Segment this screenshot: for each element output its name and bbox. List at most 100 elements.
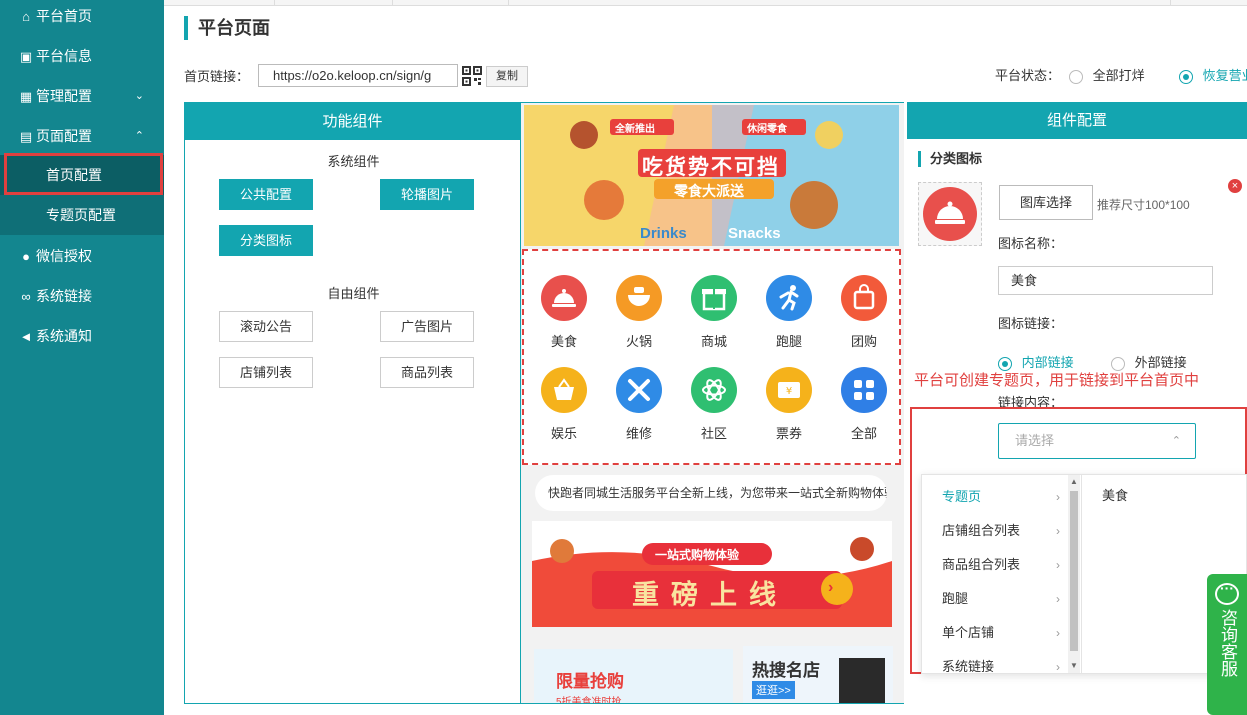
category-label: 团购 — [850, 334, 877, 349]
radio-label: 恢复营业 — [1202, 68, 1247, 83]
sidebar-item-label: 系统链接 — [36, 288, 92, 304]
banner-word-left: Drinks — [640, 225, 687, 242]
cascader-dropdown: 专题页 › 店铺组合列表 › 商品组合列表 › 跑腿 › 单个店铺 › 系统链接 › ▲ ▼… — [921, 474, 1247, 674]
cascader-option-system-link[interactable]: 系统链接 › — [922, 650, 1068, 673]
chevron-right-icon: › — [1056, 490, 1060, 504]
chevron-down-icon: ⌄ — [134, 90, 144, 102]
chat-bubble-icon — [1215, 580, 1239, 605]
cascader-option-topic[interactable]: 专题页 › — [922, 480, 1068, 514]
hot-shops-card[interactable]: 热搜名店 逛逛>> — [743, 646, 893, 703]
gift-icon — [691, 275, 737, 321]
cascader-option-food[interactable]: 美食 — [1102, 485, 1128, 504]
carousel-banner[interactable]: 全新推出 休闲零食 吃货势不可挡 零食大派送 Drinks Snacks — [524, 105, 899, 246]
status-open-radio[interactable]: 恢复营业 — [1179, 65, 1247, 84]
size-tip: 推荐尺寸100*100 — [1097, 198, 1190, 212]
radio-icon — [1069, 69, 1083, 84]
chevron-right-icon: › — [1056, 524, 1060, 538]
category-item[interactable]: 商城 — [679, 275, 749, 350]
status-closed-radio[interactable]: 全部打烊 — [1069, 65, 1145, 84]
platform-status-label: 平台状态： — [995, 68, 1061, 83]
customer-service-button[interactable]: 咨询客服 — [1207, 574, 1247, 715]
icon-name-label: 图标名称： — [998, 236, 1064, 251]
category-item[interactable]: 火锅 — [604, 275, 674, 350]
category-item[interactable]: 全部 — [829, 367, 899, 442]
copy-button[interactable]: 复制 — [486, 66, 528, 87]
sidebar-item-label: 系统通知 — [36, 328, 92, 344]
link-icon: ∞ — [21, 289, 31, 304]
home-url-field[interactable]: https://o2o.keloop.cn/sign/g — [258, 64, 458, 87]
category-label: 火锅 — [625, 334, 652, 349]
sidebar-item-wechat-auth[interactable]: ● 微信授权 — [0, 236, 164, 276]
chevron-right-icon: › — [1056, 626, 1060, 640]
promo-banner[interactable]: 一站式购物体验 重磅上线 › — [532, 521, 892, 627]
speaker-icon: ◄ — [19, 329, 33, 344]
chat-label: 咨询客服 — [1218, 609, 1237, 677]
category-item[interactable]: 团购 — [829, 275, 899, 350]
cascader-option-product-group[interactable]: 商品组合列表 › — [922, 548, 1068, 582]
shopping-bag-icon — [841, 275, 887, 321]
sidebar-item-management-config[interactable]: ▦ 管理配置 ⌄ — [0, 76, 164, 116]
category-icon-grid[interactable]: 美食 火锅 商城 跑腿 团购 娱乐 维修 社区 ¥ 票券 全部 — [522, 249, 901, 465]
runner-icon — [766, 275, 812, 321]
radio-label: 外部链接 — [1134, 355, 1187, 370]
category-item[interactable]: 维修 — [604, 367, 674, 442]
home-url-label: 首页链接： — [184, 69, 250, 84]
browse-button[interactable]: 逛逛>> — [752, 681, 795, 699]
cascader-column-1: 专题页 › 店铺组合列表 › 商品组合列表 › 跑腿 › 单个店铺 › 系统链接 › ▲ ▼ — [922, 475, 1082, 673]
sidebar-item-system-link[interactable]: ∞ 系统链接 — [0, 276, 164, 316]
category-item[interactable]: 娱乐 — [529, 367, 599, 442]
category-label: 维修 — [625, 426, 652, 441]
sidebar-item-page-config[interactable]: ▤ 页面配置 ⌃ — [0, 116, 164, 156]
category-item[interactable]: 跑腿 — [754, 275, 824, 350]
home-icon: ⌂ — [22, 9, 30, 24]
sidebar-item-label: 平台首页 — [36, 8, 92, 24]
sidebar-item-platform-info[interactable]: ▣ 平台信息 — [0, 36, 164, 76]
ticket-icon: ¥ — [766, 367, 812, 413]
cascader-option-single-store[interactable]: 单个店铺 › — [922, 616, 1068, 650]
wechat-icon: ● — [22, 249, 30, 264]
gallery-select-button[interactable]: 图库选择 — [999, 185, 1093, 220]
category-label: 娱乐 — [550, 426, 577, 441]
carousel-button[interactable]: 轮播图片 — [380, 179, 474, 210]
category-item[interactable]: ¥ 票券 — [754, 367, 824, 442]
chevron-right-icon: › — [1056, 558, 1060, 572]
cascader-option-errand[interactable]: 跑腿 › — [922, 582, 1068, 616]
promo-tag: 一站式购物体验 — [655, 548, 740, 562]
promo-headline: 重磅上线 — [632, 580, 788, 610]
category-icon-button[interactable]: 分类图标 — [219, 225, 313, 256]
chevron-right-icon: › — [1056, 660, 1060, 673]
scroll-up-icon[interactable]: ▲ — [1070, 477, 1078, 486]
sidebar-item-platform-home[interactable]: ⌂ 平台首页 — [0, 0, 164, 36]
public-config-button[interactable]: 公共配置 — [219, 179, 313, 210]
free-components-title: 自由组件 — [327, 286, 380, 301]
sidebar-item-label: 微信授权 — [36, 248, 92, 264]
ad-image-button[interactable]: 广告图片 — [380, 311, 474, 342]
close-icon[interactable]: × — [1228, 179, 1242, 193]
category-item[interactable]: 社区 — [679, 367, 749, 442]
icon-name-field[interactable]: 美食 — [998, 266, 1213, 295]
page-title: 平台页面 — [184, 16, 270, 40]
store-list-button[interactable]: 店铺列表 — [219, 357, 313, 388]
cascader-option-store-group[interactable]: 店铺组合列表 › — [922, 514, 1068, 548]
sidebar-item-label: 页面配置 — [36, 128, 92, 144]
tab-divider — [508, 0, 509, 6]
sidebar-item-label: 管理配置 — [36, 88, 92, 104]
sidebar-item-system-notice[interactable]: ◄ 系统通知 — [0, 316, 164, 356]
category-item[interactable]: 美食 — [529, 275, 599, 350]
notice-scroll-button[interactable]: 滚动公告 — [219, 311, 313, 342]
product-image — [839, 658, 885, 703]
radio-label: 内部链接 — [1021, 355, 1074, 370]
banner-word-right: Snacks — [728, 225, 781, 242]
scrollbar-thumb[interactable] — [1070, 491, 1078, 651]
product-list-button[interactable]: 商品列表 — [380, 357, 474, 388]
sidebar-item-topic-config[interactable]: 专题页配置 — [0, 195, 164, 235]
category-label: 跑腿 — [775, 334, 802, 349]
flash-sale-card[interactable]: 限量抢购 5折美食准时抢 — [534, 649, 733, 703]
qrcode-icon[interactable] — [462, 66, 482, 86]
panel-title: 组件配置 — [907, 102, 1247, 139]
page-preview: 全新推出 休闲零食 吃货势不可挡 零食大派送 Drinks Snacks 美食 … — [521, 102, 904, 704]
scroll-down-icon[interactable]: ▼ — [1070, 661, 1078, 670]
highlight-box — [4, 153, 163, 195]
category-label: 美食 — [550, 334, 577, 349]
svg-text:¥: ¥ — [786, 386, 792, 397]
